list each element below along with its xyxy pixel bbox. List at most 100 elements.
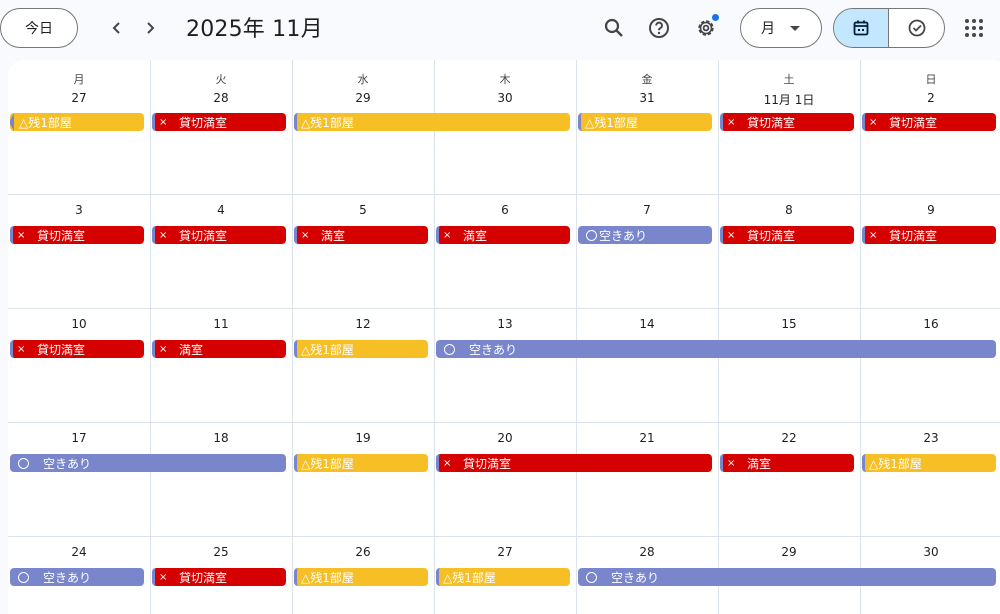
- day-number[interactable]: 25: [150, 545, 292, 559]
- event-chip[interactable]: × 満室: [720, 454, 854, 472]
- event-mark: ×: [727, 229, 736, 241]
- event-chip[interactable]: △残1部屋: [436, 568, 570, 586]
- event-chip[interactable]: 空きあり: [436, 340, 996, 358]
- settings-button[interactable]: [688, 10, 724, 46]
- event-chip[interactable]: 空きあり: [578, 568, 996, 586]
- event-chip[interactable]: △残1部屋: [862, 454, 996, 472]
- weekday-header: 木: [499, 73, 511, 86]
- event-title: 貸切満室: [747, 228, 796, 243]
- event-mark: ×: [159, 343, 168, 355]
- event-title: △残1部屋: [19, 115, 72, 130]
- day-number[interactable]: 7: [576, 203, 718, 217]
- day-number[interactable]: 26: [292, 545, 434, 559]
- chevron-right-icon: [147, 22, 155, 34]
- event-chip[interactable]: × 貸切満室: [152, 568, 286, 586]
- day-number[interactable]: 16: [860, 317, 1000, 331]
- event-chip[interactable]: △残1部屋: [294, 113, 570, 131]
- day-number[interactable]: 23: [860, 431, 1000, 445]
- next-month-button[interactable]: [134, 12, 166, 44]
- event-chip[interactable]: △残1部屋: [10, 113, 144, 131]
- event-chip[interactable]: △残1部屋: [294, 340, 428, 358]
- event-chip[interactable]: × 貸切満室: [720, 113, 854, 131]
- event-title: 貸切満室: [747, 115, 796, 130]
- event-title: 満室: [747, 456, 772, 471]
- view-selector[interactable]: 月: [740, 8, 822, 48]
- day-number[interactable]: 6: [434, 203, 576, 217]
- event-chip[interactable]: × 貸切満室: [436, 454, 712, 472]
- day-number[interactable]: 15: [718, 317, 860, 331]
- day-number[interactable]: 12: [292, 317, 434, 331]
- day-number[interactable]: 21: [576, 431, 718, 445]
- today-button[interactable]: 今日: [0, 8, 78, 48]
- day-number[interactable]: 31: [576, 91, 718, 105]
- tasks-view-button[interactable]: [889, 9, 944, 47]
- day-number[interactable]: 28: [576, 545, 718, 559]
- circle-icon: [444, 343, 455, 355]
- circle-icon: [586, 229, 597, 241]
- event-chip[interactable]: △残1部屋: [578, 113, 712, 131]
- day-number[interactable]: 28: [150, 91, 292, 105]
- chevron-left-icon: [112, 22, 120, 34]
- day-number[interactable]: 30: [434, 91, 576, 105]
- column-divider: [718, 60, 719, 614]
- event-chip[interactable]: × 満室: [294, 226, 428, 244]
- view-toggle: [833, 8, 945, 48]
- event-chip[interactable]: × 貸切満室: [10, 340, 144, 358]
- event-chip[interactable]: × 貸切満室: [862, 113, 996, 131]
- day-number[interactable]: 11: [150, 317, 292, 331]
- calendar-view-button[interactable]: [834, 9, 890, 47]
- event-chip[interactable]: × 貸切満室: [862, 226, 996, 244]
- event-title: 貸切満室: [179, 228, 228, 243]
- event-chip[interactable]: × 貸切満室: [10, 226, 144, 244]
- event-mark: ×: [869, 229, 878, 241]
- event-title: 空きあり: [469, 342, 518, 357]
- event-title: 貸切満室: [179, 570, 228, 585]
- day-number[interactable]: 4: [150, 203, 292, 217]
- day-number[interactable]: 19: [292, 431, 434, 445]
- event-mark: ×: [301, 229, 310, 241]
- day-number[interactable]: 9: [860, 203, 1000, 217]
- event-chip[interactable]: △残1部屋: [294, 568, 428, 586]
- day-number[interactable]: 10: [8, 317, 150, 331]
- day-number[interactable]: 27: [434, 545, 576, 559]
- day-number[interactable]: 11月 1日: [718, 91, 860, 108]
- day-number[interactable]: 18: [150, 431, 292, 445]
- event-chip[interactable]: × 貸切満室: [152, 113, 286, 131]
- row-divider: [8, 194, 1000, 195]
- event-chip[interactable]: 空きあり: [10, 568, 144, 586]
- event-title: △残1部屋: [301, 456, 354, 471]
- day-number[interactable]: 20: [434, 431, 576, 445]
- weekday-header: 火: [215, 73, 227, 86]
- event-chip[interactable]: × 満室: [152, 340, 286, 358]
- event-chip[interactable]: × 満室: [436, 226, 570, 244]
- event-chip[interactable]: 空きあり: [578, 226, 712, 244]
- event-chip[interactable]: × 貸切満室: [720, 226, 854, 244]
- day-number[interactable]: 29: [718, 545, 860, 559]
- apps-button[interactable]: [956, 10, 992, 46]
- event-chip[interactable]: △残1部屋: [294, 454, 428, 472]
- previous-month-button[interactable]: [101, 12, 133, 44]
- event-mark: ×: [17, 229, 26, 241]
- day-number[interactable]: 5: [292, 203, 434, 217]
- day-number[interactable]: 8: [718, 203, 860, 217]
- day-number[interactable]: 27: [8, 91, 150, 105]
- search-button[interactable]: [596, 10, 632, 46]
- event-mark: ×: [443, 229, 452, 241]
- day-number[interactable]: 14: [576, 317, 718, 331]
- day-number[interactable]: 2: [860, 91, 1000, 105]
- day-number[interactable]: 22: [718, 431, 860, 445]
- event-title: 空きあり: [43, 570, 92, 585]
- day-number[interactable]: 17: [8, 431, 150, 445]
- day-number[interactable]: 13: [434, 317, 576, 331]
- event-title: 満室: [463, 228, 488, 243]
- day-number[interactable]: 3: [8, 203, 150, 217]
- event-chip[interactable]: 空きあり: [10, 454, 286, 472]
- day-number[interactable]: 24: [8, 545, 150, 559]
- help-button[interactable]: [641, 10, 677, 46]
- column-divider: [150, 60, 151, 614]
- event-chip[interactable]: × 貸切満室: [152, 226, 286, 244]
- calendar-icon: [853, 20, 869, 36]
- day-number[interactable]: 30: [860, 545, 1000, 559]
- day-number[interactable]: 29: [292, 91, 434, 105]
- month-grid: 月火水木金土日 27 28 29 30 31 11月 1日 2 3 4 5 6 7 8 9 10 11 12 13 1…: [8, 60, 1000, 614]
